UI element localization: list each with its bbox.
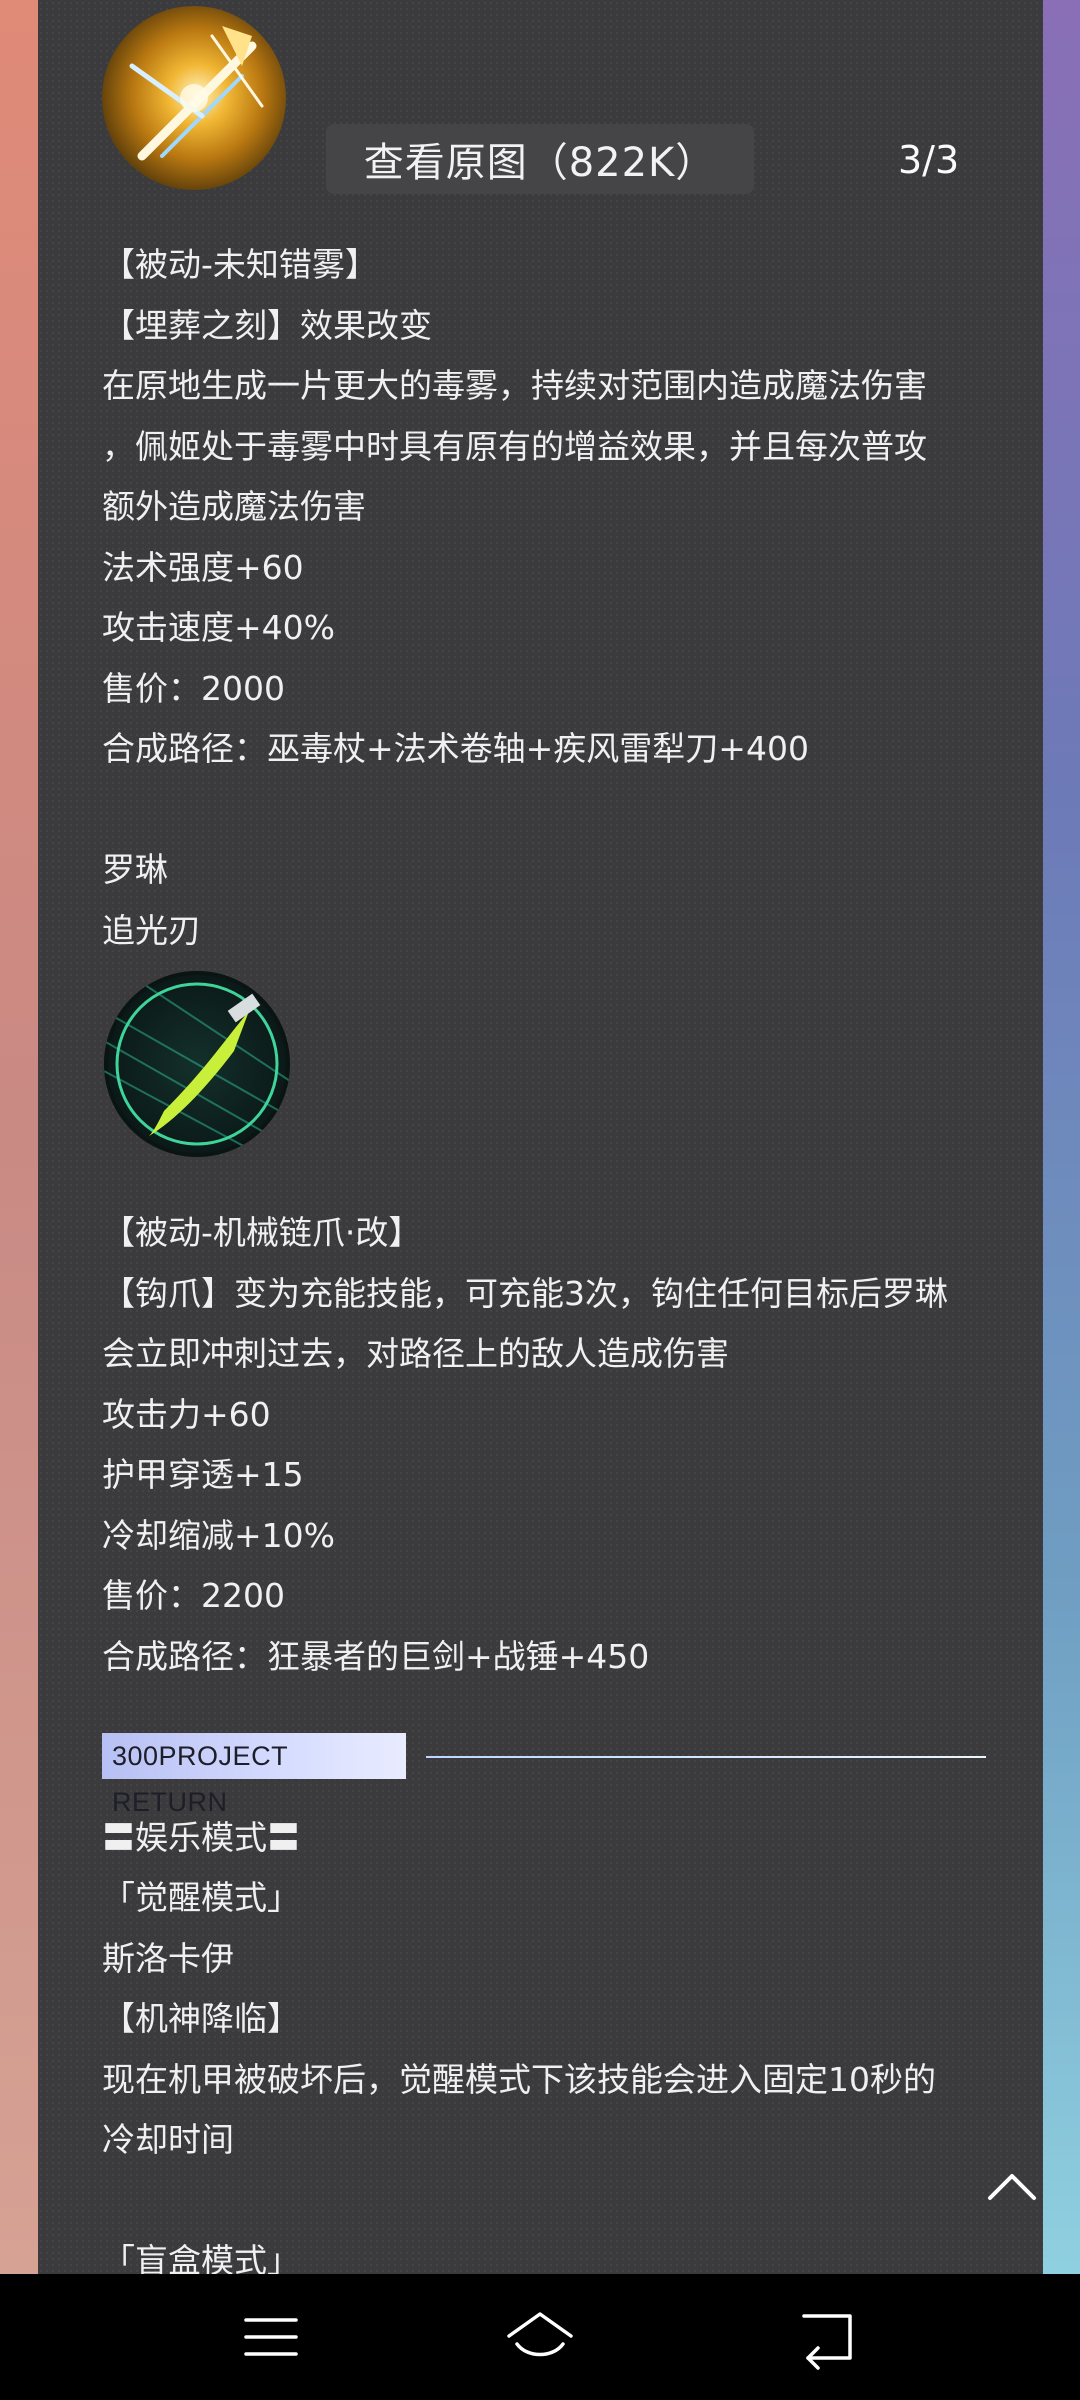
- text-line: 【钩爪】变为充能技能，可充能3次，钩住任何目标后罗琳: [102, 1274, 948, 1313]
- text-line: 售价：2200: [102, 1576, 285, 1615]
- text-line: 合成路径：狂暴者的巨剑+战锤+450: [102, 1637, 650, 1676]
- text-line: 斯洛卡伊: [102, 1939, 234, 1978]
- text-line: 在原地生成一片更大的毒雾，持续对范围内造成魔法伤害: [102, 366, 927, 405]
- green-blade-glyph: [104, 971, 290, 1157]
- text-line: 冷却缩减+10%: [102, 1516, 335, 1555]
- text-line: 【被动-未知错雾】: [102, 245, 378, 284]
- back-icon[interactable]: [788, 2300, 862, 2374]
- text-line: 冷却时间: [102, 2120, 234, 2159]
- text-line: 【埋葬之刻】效果改变: [102, 306, 432, 345]
- text-line: 现在机甲被破坏后，觉醒模式下该技能会进入固定10秒的: [102, 2060, 936, 2099]
- text-line: 〓娱乐模式〓: [102, 1818, 300, 1857]
- golden-blade-skill-icon: [102, 6, 286, 190]
- text-line: 【机神降临】: [102, 1999, 300, 2038]
- text-line: ，佩姬处于毒雾中时具有原有的增益效果，并且每次普攻: [102, 427, 927, 466]
- text-line: 合成路径：巫毒杖+法术卷轴+疾风雷犁刀+400: [102, 729, 809, 768]
- golden-blade-glyph: [129, 26, 264, 161]
- home-icon[interactable]: [503, 2300, 577, 2374]
- text-line: 护甲穿透+15: [102, 1455, 304, 1494]
- view-original-button[interactable]: 查看原图（822K）: [326, 124, 754, 194]
- text-line: 法术强度+60: [102, 548, 304, 587]
- hero-name: 罗琳: [102, 850, 168, 889]
- right-gradient-edge: [1043, 0, 1080, 2274]
- chevron-up-icon[interactable]: [984, 2158, 1040, 2214]
- image-viewer-screen: 查看原图（822K） 3/3 【被动-未知错雾】 【埋葬之刻】效果改变 在原地生…: [0, 0, 1080, 2274]
- menu-icon[interactable]: [234, 2300, 308, 2374]
- text-line: 攻击力+60: [102, 1395, 271, 1434]
- text-line: 额外造成魔法伤害: [102, 487, 366, 526]
- item-name: 追光刃: [102, 911, 201, 950]
- page-indicator: 3/3: [898, 138, 960, 182]
- text-line: 【被动-机械链爪·改】: [102, 1213, 422, 1252]
- text-line: 「觉醒模式」: [102, 1878, 300, 1917]
- section-banner: 300PROJECT RETURN: [102, 1733, 406, 1817]
- text-line: 会立即冲刺过去，对路径上的敌人造成伤害: [102, 1334, 729, 1373]
- text-line: 攻击速度+40%: [102, 608, 335, 647]
- text-line: 「盲盒模式」: [102, 2241, 300, 2274]
- system-navigation-bar: [0, 2274, 1080, 2400]
- left-gradient-edge: [0, 0, 38, 2274]
- text-line: 售价：2000: [102, 669, 285, 708]
- banner-divider: [426, 1756, 986, 1758]
- green-light-blade-skill-icon: [104, 971, 290, 1157]
